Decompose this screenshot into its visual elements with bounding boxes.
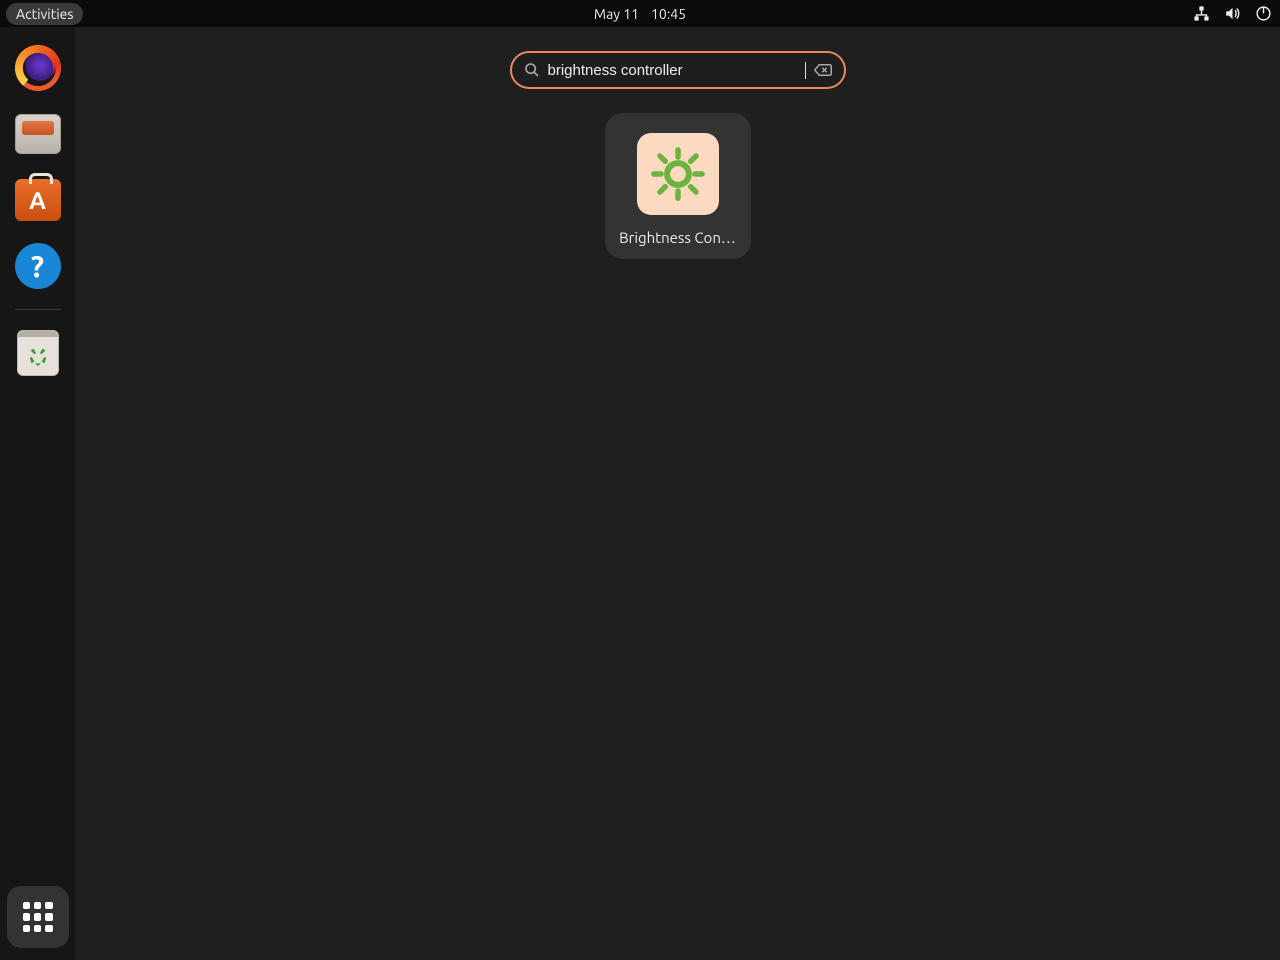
help-icon: ? [15, 243, 61, 289]
status-area[interactable] [1193, 5, 1272, 22]
clock[interactable]: May 11 10:45 [594, 6, 686, 22]
show-applications-button[interactable] [7, 886, 69, 948]
search-result-brightness-controller[interactable]: Brightness Con… [605, 113, 751, 259]
power-icon[interactable] [1255, 5, 1272, 22]
dock-item-firefox[interactable] [15, 45, 61, 91]
dock-separator [15, 309, 61, 310]
clear-search-icon[interactable] [814, 63, 832, 77]
network-wired-icon[interactable] [1193, 5, 1210, 22]
clock-date: May 11 [594, 6, 639, 22]
activities-overview: Brightness Con… [75, 27, 1280, 960]
files-icon [15, 114, 61, 154]
search-icon [524, 62, 540, 78]
search-bar[interactable] [510, 51, 846, 89]
search-result-label: Brightness Con… [619, 229, 736, 246]
volume-icon[interactable] [1224, 5, 1241, 22]
search-input[interactable] [548, 62, 806, 79]
grid-icon [23, 902, 53, 932]
top-bar: Activities May 11 10:45 [0, 0, 1280, 27]
software-store-icon: A [15, 179, 61, 221]
dock-item-trash[interactable] [15, 330, 61, 376]
firefox-icon [15, 45, 61, 91]
brightness-icon [637, 133, 719, 215]
dock: A ? [0, 27, 75, 960]
dock-item-software[interactable]: A [15, 177, 61, 223]
dock-item-help[interactable]: ? [15, 243, 61, 289]
activities-button[interactable]: Activities [6, 3, 83, 25]
dock-item-files[interactable] [15, 111, 61, 157]
trash-icon [17, 330, 59, 376]
clock-time: 10:45 [651, 6, 686, 22]
